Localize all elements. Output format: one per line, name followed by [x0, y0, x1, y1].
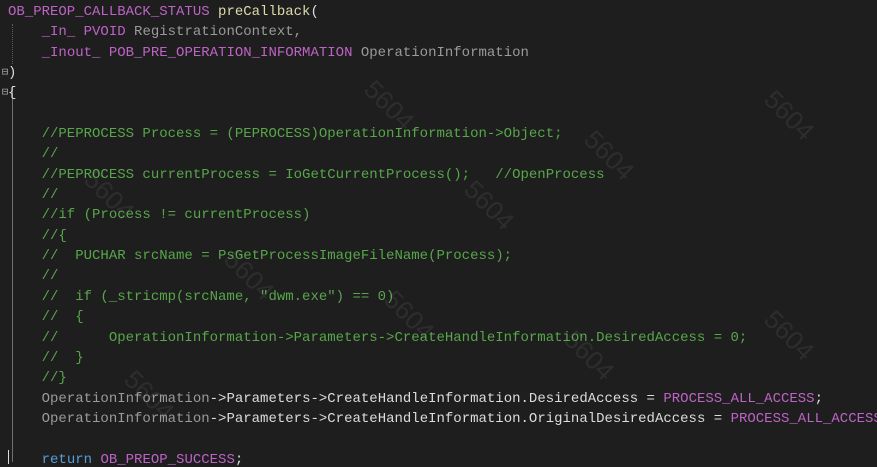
- code-token: Parameters: [226, 410, 311, 427]
- code-token: //: [8, 268, 59, 285]
- code-line[interactable]: //if (Process != currentProcess): [8, 205, 877, 225]
- code-token: (: [310, 4, 319, 20]
- code-line[interactable]: //: [8, 185, 877, 205]
- code-line[interactable]: [8, 104, 877, 124]
- code-token: // OperationInformation->Parameters->Cre…: [8, 329, 748, 346]
- code-token: ->: [209, 390, 227, 407]
- code-token: // if (_stricmp(srcName, "dwm.exe") == 0…: [8, 288, 395, 305]
- code-line[interactable]: ): [8, 63, 877, 83]
- code-token: OriginalDesiredAccess: [528, 410, 706, 427]
- code-token: {: [8, 85, 17, 102]
- code-token: ;: [814, 390, 823, 407]
- code-token: // {: [8, 309, 84, 326]
- code-token: OperationInformation: [352, 44, 529, 61]
- code-token: PROCESS_ALL_ACCESS: [663, 390, 815, 407]
- code-token: //PEPROCESS currentProcess = IoGetCurren…: [8, 166, 605, 183]
- code-line[interactable]: {: [8, 83, 877, 103]
- code-line[interactable]: //: [8, 266, 877, 286]
- code-line[interactable]: //PEPROCESS Process = (PEPROCESS)Operati…: [8, 124, 877, 144]
- code-line[interactable]: OB_PREOP_CALLBACK_STATUS preCallback(: [8, 2, 877, 22]
- code-line[interactable]: OperationInformation->Parameters->Create…: [8, 389, 877, 409]
- code-token: =: [705, 410, 731, 427]
- code-line[interactable]: [8, 429, 877, 449]
- code-token: POB_PRE_OPERATION_INFORMATION: [108, 44, 353, 61]
- code-token: _In_: [41, 24, 76, 41]
- code-token: ): [8, 65, 17, 82]
- code-token: //: [8, 146, 59, 163]
- code-token: //PEPROCESS Process = (PEPROCESS)Operati…: [8, 126, 563, 143]
- code-token: PROCESS_ALL_ACCESS: [730, 410, 877, 427]
- code-editor[interactable]: ⊟ ⊟ OB_PREOP_CALLBACK_STATUS preCallback(…: [0, 0, 877, 467]
- code-token: .: [520, 410, 529, 427]
- code-line[interactable]: // OperationInformation->Parameters->Cre…: [8, 328, 877, 348]
- code-line[interactable]: return OB_PREOP_SUCCESS;: [8, 450, 877, 467]
- code-token: OperationInformation: [8, 390, 210, 407]
- code-line[interactable]: _In_ PVOID RegistrationContext,: [8, 22, 877, 42]
- code-line[interactable]: // PUCHAR srcName = PsGetProcessImageFil…: [8, 246, 877, 266]
- code-token: Parameters: [226, 390, 311, 407]
- code-token: //if (Process != currentProcess): [8, 207, 311, 224]
- code-token: =: [638, 390, 664, 407]
- code-token: ->: [310, 410, 328, 427]
- code-token: //: [8, 187, 59, 204]
- text-caret: [8, 450, 9, 464]
- code-token: CreateHandleInformation: [327, 410, 521, 427]
- code-lines[interactable]: OB_PREOP_CALLBACK_STATUS preCallback( _I…: [8, 2, 877, 467]
- code-token: preCallback: [218, 4, 311, 20]
- code-line[interactable]: //{: [8, 226, 877, 246]
- code-token: DesiredAccess: [528, 390, 639, 407]
- code-token: // }: [8, 349, 84, 366]
- code-line[interactable]: _Inout_ POB_PRE_OPERATION_INFORMATION Op…: [8, 43, 877, 63]
- code-line[interactable]: //: [8, 144, 877, 164]
- code-token: OB_PREOP_SUCCESS: [100, 451, 235, 467]
- code-token: .: [520, 390, 529, 407]
- code-line[interactable]: //}: [8, 368, 877, 388]
- code-token: PVOID: [83, 24, 126, 41]
- code-token: RegistrationContext,: [125, 24, 303, 41]
- code-token: OperationInformation: [8, 410, 210, 427]
- code-token: ->: [209, 410, 227, 427]
- code-line[interactable]: // {: [8, 307, 877, 327]
- code-token: //}: [8, 370, 67, 387]
- code-token: ;: [234, 451, 244, 467]
- code-token: // PUCHAR srcName = PsGetProcessImageFil…: [8, 248, 513, 265]
- code-token: //{: [8, 227, 67, 244]
- code-line[interactable]: // if (_stricmp(srcName, "dwm.exe") == 0…: [8, 287, 877, 307]
- code-line[interactable]: // }: [8, 348, 877, 368]
- code-line[interactable]: //PEPROCESS currentProcess = IoGetCurren…: [8, 165, 877, 185]
- code-token: OB_PREOP_CALLBACK_STATUS: [8, 4, 210, 20]
- code-token: CreateHandleInformation: [327, 390, 521, 407]
- code-line[interactable]: OperationInformation->Parameters->Create…: [8, 409, 877, 429]
- code-token: _Inout_: [41, 44, 101, 61]
- code-token: return: [41, 451, 93, 467]
- code-token: ->: [310, 390, 328, 407]
